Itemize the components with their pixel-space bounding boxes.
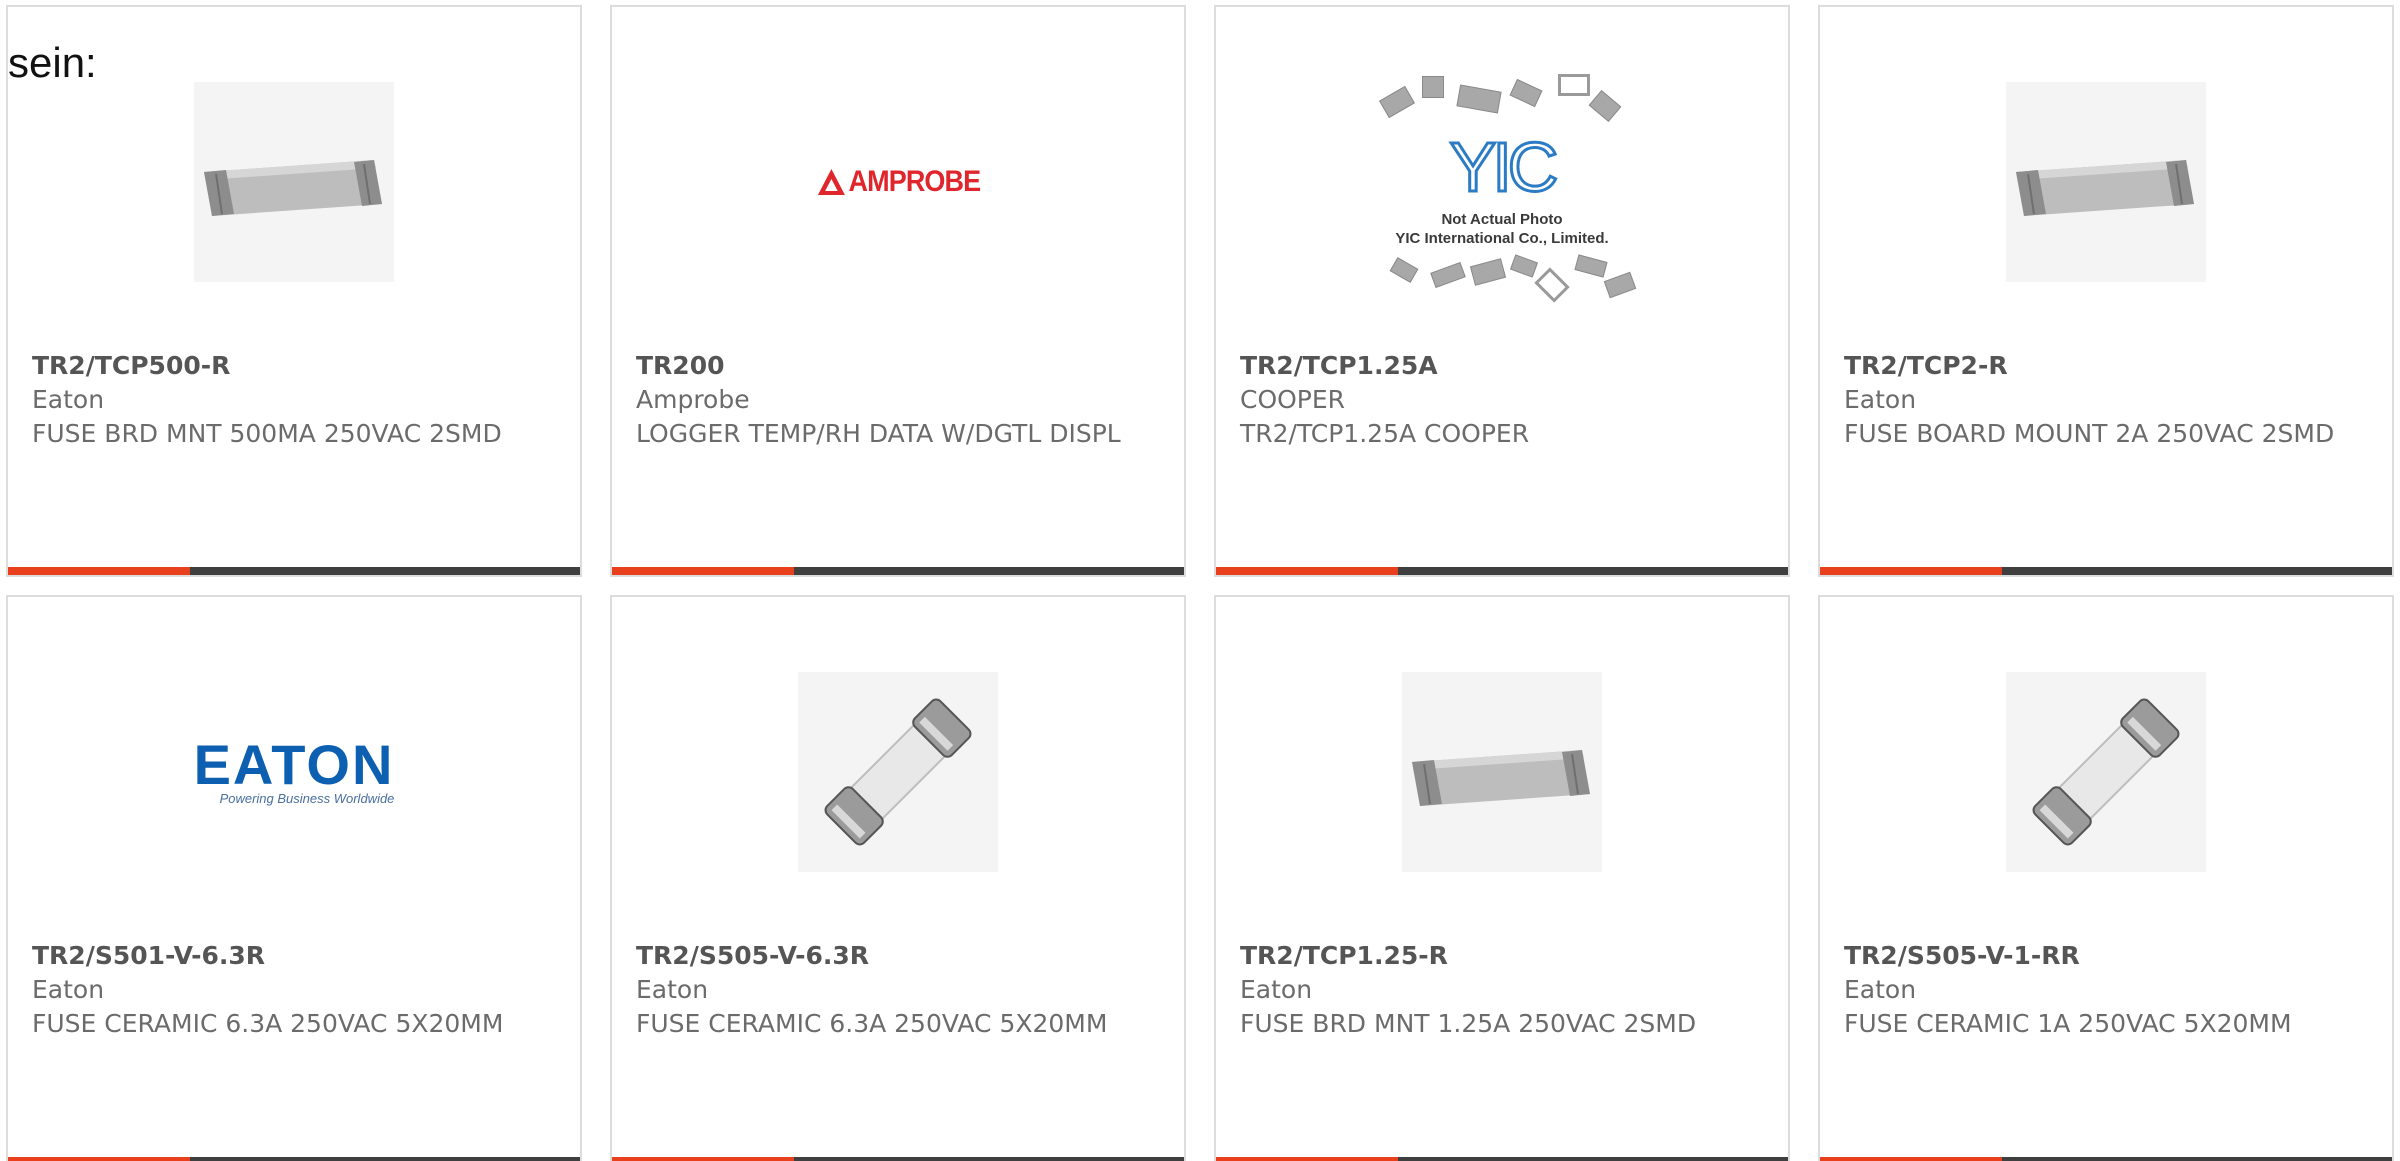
product-image[interactable]: YIC Not Actual Photo YIC International C… xyxy=(1216,67,1788,303)
product-grid-page: sein: TR2/TCP500-R Eaton FUSE BRD MNT 50… xyxy=(0,0,2400,1161)
description: FUSE CERAMIC 6.3A 250VAC 5X20MM xyxy=(32,1009,504,1038)
warning-triangle-icon xyxy=(817,169,845,195)
card-accent xyxy=(8,567,190,575)
card-accent xyxy=(612,1157,794,1161)
part-number[interactable]: TR2/TCP1.25-R xyxy=(1240,939,1764,973)
manufacturer: Eaton xyxy=(1844,385,1917,414)
product-info: TR2/TCP1.25A COOPER TR2/TCP1.25A COOPER xyxy=(1240,349,1764,451)
product-image[interactable] xyxy=(1820,67,2392,297)
product-image[interactable] xyxy=(612,657,1184,887)
product-info: TR2/S505-V-6.3R Eaton FUSE CERAMIC 6.3A … xyxy=(636,939,1160,1041)
product-image[interactable] xyxy=(8,67,580,297)
product-card[interactable]: AMPROBE TR200 Amprobe LOGGER TEMP/RH DAT… xyxy=(610,5,1186,577)
manufacturer: COOPER xyxy=(1240,385,1346,414)
part-number[interactable]: TR2/TCP1.25A xyxy=(1240,349,1764,383)
not-actual-photo-note: Not Actual Photo YIC International Co., … xyxy=(1395,211,1609,247)
description: FUSE BOARD MOUNT 2A 250VAC 2SMD xyxy=(1844,419,2335,448)
product-image[interactable]: AMPROBE xyxy=(612,67,1184,297)
product-info: TR2/S505-V-1-RR Eaton FUSE CERAMIC 1A 25… xyxy=(1844,939,2368,1041)
product-info: TR2/S501-V-6.3R Eaton FUSE CERAMIC 6.3A … xyxy=(32,939,556,1041)
card-bottom-bar xyxy=(1820,1157,2392,1161)
card-accent xyxy=(612,567,794,575)
manufacturer: Eaton xyxy=(1240,975,1313,1004)
product-image[interactable] xyxy=(1216,657,1788,887)
yic-placeholder: YIC Not Actual Photo YIC International C… xyxy=(1362,62,1642,303)
part-number[interactable]: TR200 xyxy=(636,349,1160,383)
board-mount-fuse-photo xyxy=(2006,82,2206,282)
card-accent xyxy=(1820,1157,2002,1161)
card-bottom-bar xyxy=(1216,1157,1788,1161)
manufacturer: Amprobe xyxy=(636,385,750,414)
part-number[interactable]: TR2/S505-V-1-RR xyxy=(1844,939,2368,973)
manufacturer: Eaton xyxy=(32,385,105,414)
card-accent xyxy=(1216,567,1398,575)
product-info: TR2/TCP2-R Eaton FUSE BOARD MOUNT 2A 250… xyxy=(1844,349,2368,451)
description: FUSE CERAMIC 1A 250VAC 5X20MM xyxy=(1844,1009,2292,1038)
board-mount-fuse-photo xyxy=(194,82,394,282)
card-accent xyxy=(1820,567,2002,575)
cartridge-fuse-photo xyxy=(798,672,998,872)
card-bottom-bar xyxy=(612,1157,1184,1161)
card-accent xyxy=(1216,1157,1398,1161)
prefix-text: sein: xyxy=(8,39,97,86)
product-info: TR2/TCP1.25-R Eaton FUSE BRD MNT 1.25A 2… xyxy=(1240,939,1764,1041)
product-info: TR200 Amprobe LOGGER TEMP/RH DATA W/DGTL… xyxy=(636,349,1160,451)
description: FUSE CERAMIC 6.3A 250VAC 5X20MM xyxy=(636,1009,1108,1038)
product-card[interactable]: TR2/TCP1.25-R Eaton FUSE BRD MNT 1.25A 2… xyxy=(1214,595,1790,1161)
card-accent xyxy=(8,1157,190,1161)
cartridge-fuse-photo xyxy=(2006,672,2206,872)
product-card[interactable]: YIC Not Actual Photo YIC International C… xyxy=(1214,5,1790,577)
manufacturer: Eaton xyxy=(636,975,709,1004)
card-bottom-bar xyxy=(1820,567,2392,575)
part-number[interactable]: TR2/S505-V-6.3R xyxy=(636,939,1160,973)
description: TR2/TCP1.25A COOPER xyxy=(1240,419,1530,448)
eaton-logo-text: EATON xyxy=(193,732,395,796)
yic-logo: YIC xyxy=(1448,128,1560,206)
product-card[interactable]: TR2/TCP2-R Eaton FUSE BOARD MOUNT 2A 250… xyxy=(1818,5,2394,577)
description: FUSE BRD MNT 500MA 250VAC 2SMD xyxy=(32,419,502,448)
board-mount-fuse-photo xyxy=(1402,672,1602,872)
amprobe-logo-text: AMPROBE xyxy=(848,165,981,198)
part-number[interactable]: TR2/TCP500-R xyxy=(32,349,556,383)
description: LOGGER TEMP/RH DATA W/DGTL DISPL xyxy=(636,419,1121,448)
description: FUSE BRD MNT 1.25A 250VAC 2SMD xyxy=(1240,1009,1697,1038)
product-image[interactable]: EATON Powering Business Worldwide xyxy=(8,657,580,887)
manufacturer: Eaton xyxy=(32,975,105,1004)
product-card[interactable]: TR2/S505-V-1-RR Eaton FUSE CERAMIC 1A 25… xyxy=(1818,595,2394,1161)
card-bottom-bar xyxy=(1216,567,1788,575)
product-card[interactable]: TR2/TCP500-R Eaton FUSE BRD MNT 500MA 25… xyxy=(6,5,582,577)
product-card[interactable]: EATON Powering Business Worldwide TR2/S5… xyxy=(6,595,582,1161)
product-card[interactable]: TR2/S505-V-6.3R Eaton FUSE CERAMIC 6.3A … xyxy=(610,595,1186,1161)
card-bottom-bar xyxy=(612,567,1184,575)
eaton-logo-tagline: Powering Business Worldwide xyxy=(219,790,395,806)
amprobe-logo: AMPROBE xyxy=(816,165,981,199)
manufacturer: Eaton xyxy=(1844,975,1917,1004)
eaton-logo: EATON Powering Business Worldwide xyxy=(193,732,395,806)
part-number[interactable]: TR2/TCP2-R xyxy=(1844,349,2368,383)
part-number[interactable]: TR2/S501-V-6.3R xyxy=(32,939,556,973)
card-bottom-bar xyxy=(8,1157,580,1161)
product-info: TR2/TCP500-R Eaton FUSE BRD MNT 500MA 25… xyxy=(32,349,556,451)
product-image[interactable] xyxy=(1820,657,2392,887)
card-bottom-bar xyxy=(8,567,580,575)
